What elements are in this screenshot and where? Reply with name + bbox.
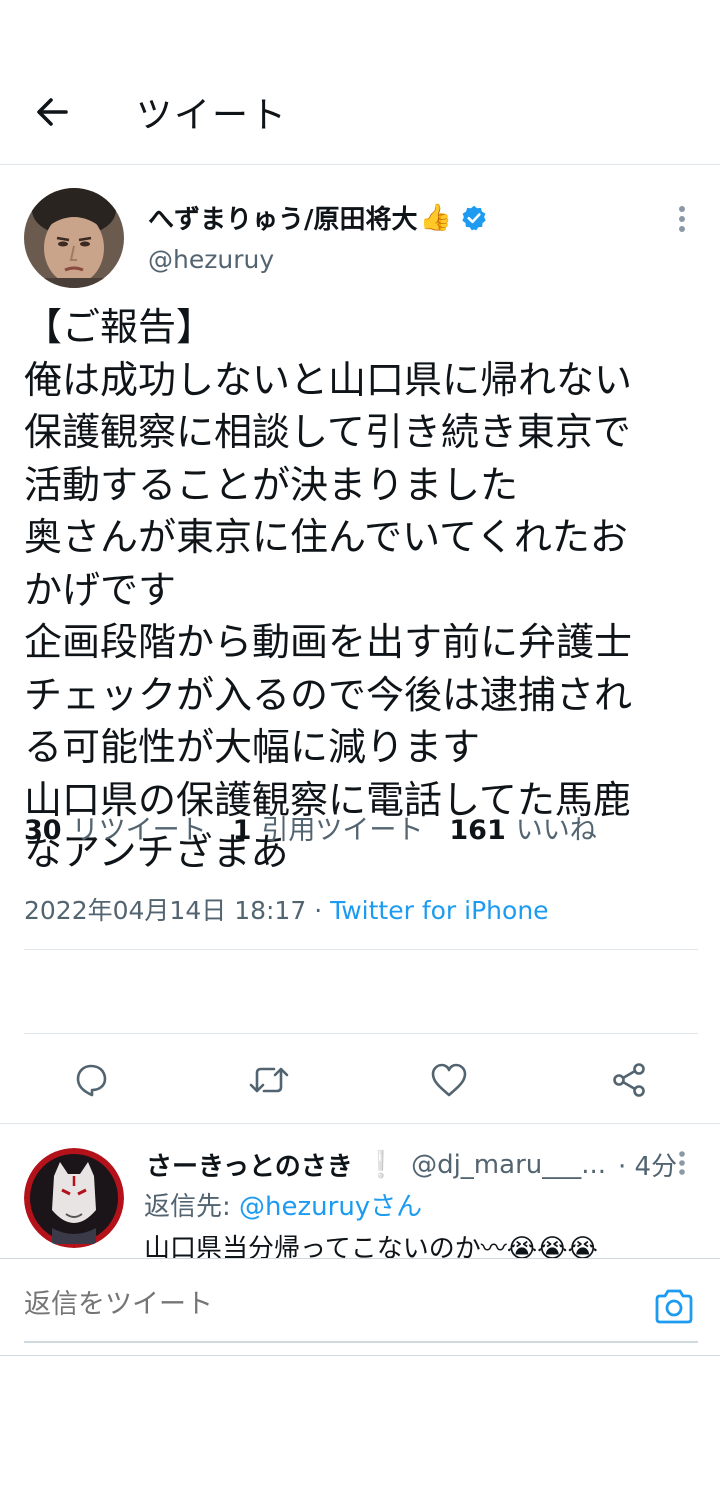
reply-text: 山口県当分帰ってこないのか〰😭😭😭 — [144, 1234, 598, 1258]
tweet-actions — [0, 1044, 720, 1116]
retweet-icon — [249, 1067, 289, 1093]
author-name[interactable]: へずまりゅう/原田将大 👍 — [148, 199, 488, 236]
reply-author-handle[interactable]: @dj_maru___... — [411, 1150, 606, 1180]
tweet-meta: 2022年04月14日 18:17 · Twitter for iPhone — [24, 891, 549, 927]
reply-input-underline — [24, 1341, 698, 1343]
avatar-photo — [24, 188, 124, 288]
exclamation-icon: ❕ — [364, 1149, 398, 1180]
meta-separator: · — [306, 896, 331, 925]
tweet-timestamp[interactable]: 2022年04月14日 18:17 — [24, 896, 306, 925]
retweet-button[interactable] — [247, 1058, 291, 1102]
camera-icon — [655, 1289, 693, 1324]
author-avatar[interactable] — [24, 188, 124, 288]
reply-header: さーきっとのさき ❕ @dj_maru___... · 4分 — [146, 1146, 677, 1183]
reply-tweet[interactable]: さーきっとのさき ❕ @dj_maru___... · 4分 返信先: @hez… — [0, 1124, 720, 1258]
retweets-label: リツイート — [71, 815, 207, 846]
author-handle[interactable]: @hezuruy — [148, 245, 274, 274]
reply-avatar[interactable] — [24, 1148, 124, 1248]
more-vertical-icon — [679, 1151, 685, 1175]
reply-time: · 4分 — [618, 1152, 678, 1182]
retweets-stat[interactable]: 30 リツイート — [24, 808, 207, 847]
share-button[interactable] — [607, 1058, 651, 1102]
likes-count: 161 — [449, 815, 506, 846]
reply-button[interactable] — [68, 1058, 112, 1102]
reply-more-button[interactable] — [670, 1148, 694, 1178]
reply-icon — [76, 1064, 107, 1097]
more-vertical-icon — [679, 206, 685, 232]
camera-button[interactable] — [652, 1287, 696, 1327]
thumbs-up-emoji: 👍 — [419, 202, 452, 233]
verified-badge-icon — [462, 205, 486, 230]
divider-top-stats — [24, 949, 698, 950]
compose-reply-bar — [0, 1258, 720, 1356]
likes-stat[interactable]: 161 いいね — [449, 808, 596, 847]
quotes-stat[interactable]: 1 引用ツイート — [233, 808, 424, 847]
author-name-text: へずまりゅう/原田将大 — [148, 205, 418, 235]
share-icon — [613, 1063, 645, 1097]
tweet-source[interactable]: Twitter for iPhone — [330, 896, 548, 925]
page-title: ツイート — [136, 95, 289, 136]
more-options-button[interactable] — [670, 201, 694, 237]
app-header: ツイート — [0, 56, 720, 165]
heart-icon — [431, 1063, 467, 1097]
reply-author-name[interactable]: さーきっとのさき — [146, 1146, 353, 1183]
tweet-stats: 30 リツイート 1 引用ツイート 161 いいね — [24, 808, 623, 847]
reply-input[interactable] — [24, 1289, 584, 1320]
quotes-label: 引用ツイート — [261, 815, 424, 846]
back-button[interactable] — [30, 90, 74, 134]
likes-label: いいね — [515, 815, 597, 846]
quotes-count: 1 — [232, 815, 252, 846]
like-button[interactable] — [427, 1058, 471, 1102]
reply-to: 返信先: @hezuruyさん — [144, 1186, 422, 1223]
retweets-count: 30 — [24, 815, 62, 846]
reply-to-mention[interactable]: @hezuruyさん — [239, 1192, 422, 1222]
divider-bottom-stats — [24, 1033, 698, 1034]
tweet-text: 【ご報告】 俺は成功しないと山口県に帰れない 保護観察に相談して引き続き東京で … — [24, 305, 633, 874]
reply-avatar-image — [24, 1148, 124, 1248]
reply-to-prefix: 返信先: — [144, 1192, 240, 1222]
arrow-left-icon — [37, 98, 68, 126]
